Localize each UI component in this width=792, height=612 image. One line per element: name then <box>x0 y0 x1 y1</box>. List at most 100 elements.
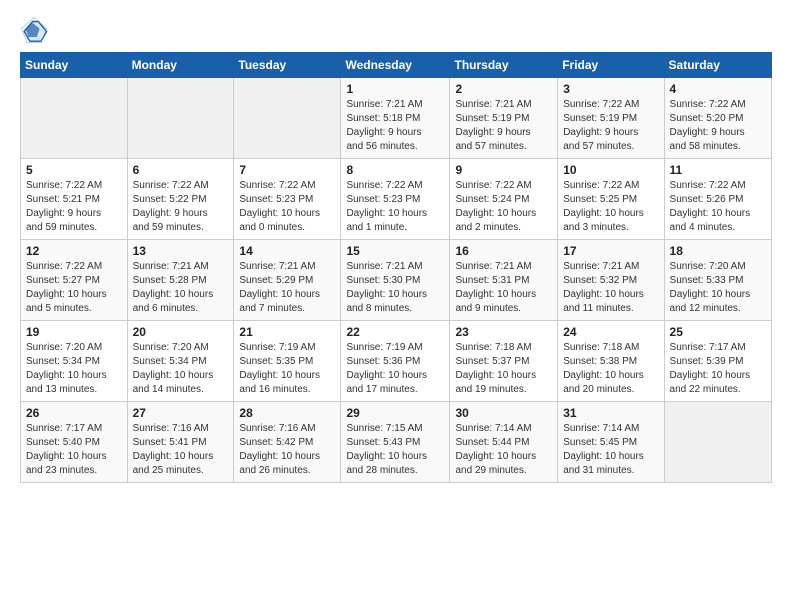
week-row-3: 12 Sunrise: 7:22 AM Sunset: 5:27 PM Dayli… <box>21 240 772 321</box>
day-info: Sunrise: 7:22 AM Sunset: 5:19 PM Dayligh… <box>563 98 658 154</box>
day-number: 17 <box>563 244 658 258</box>
day-cell: 29 Sunrise: 7:15 AM Sunset: 5:43 PM Dayli… <box>341 402 450 483</box>
day-info: Sunrise: 7:16 AM Sunset: 5:42 PM Dayligh… <box>239 422 335 478</box>
day-number: 25 <box>670 325 766 339</box>
week-row-2: 5Sunrise: 7:22 AM Sunset: 5:21 PM Daylig… <box>21 159 772 240</box>
day-info: Sunrise: 7:22 AM Sunset: 5:23 PM Dayligh… <box>239 179 335 235</box>
day-info: Sunrise: 7:22 AM Sunset: 5:27 PM Dayligh… <box>26 260 122 316</box>
day-number: 3 <box>563 82 658 96</box>
day-number: 11 <box>670 163 766 177</box>
day-cell: 28Sunrise: 7:16 AM Sunset: 5:42 PM Dayli… <box>234 402 341 483</box>
day-number: 19 <box>26 325 122 339</box>
day-cell <box>127 78 234 159</box>
day-cell: 26 Sunrise: 7:17 AM Sunset: 5:40 PM Dayli… <box>21 402 128 483</box>
day-number: 16 <box>455 244 552 258</box>
day-number: 18 <box>670 244 766 258</box>
day-info: Sunrise: 7:15 AM Sunset: 5:43 PM Dayligh… <box>346 422 444 478</box>
day-info: Sunrise: 7:21 AM Sunset: 5:28 PM Dayligh… <box>133 260 229 316</box>
day-cell <box>21 78 128 159</box>
day-info: Sunrise: 7:21 AM Sunset: 5:29 PM Dayligh… <box>239 260 335 316</box>
day-cell: 8 Sunrise: 7:22 AM Sunset: 5:23 PM Daylig… <box>341 159 450 240</box>
weekday-sunday: Sunday <box>21 53 128 78</box>
day-number: 26 <box>26 406 122 420</box>
day-cell: 18 Sunrise: 7:20 AM Sunset: 5:33 PM Dayli… <box>664 240 771 321</box>
calendar-header: SundayMondayTuesdayWednesdayThursdayFrid… <box>21 53 772 78</box>
day-info: Sunrise: 7:22 AM Sunset: 5:23 PM Dayligh… <box>346 179 444 235</box>
week-row-1: 1Sunrise: 7:21 AM Sunset: 5:18 PM Daylig… <box>21 78 772 159</box>
day-info: Sunrise: 7:22 AM Sunset: 5:26 PM Dayligh… <box>670 179 766 235</box>
day-info: Sunrise: 7:18 AM Sunset: 5:38 PM Dayligh… <box>563 341 658 397</box>
weekday-saturday: Saturday <box>664 53 771 78</box>
day-cell: 6Sunrise: 7:22 AM Sunset: 5:22 PM Daylig… <box>127 159 234 240</box>
day-number: 21 <box>239 325 335 339</box>
day-info: Sunrise: 7:14 AM Sunset: 5:45 PM Dayligh… <box>563 422 658 478</box>
day-cell: 15 Sunrise: 7:21 AM Sunset: 5:30 PM Dayli… <box>341 240 450 321</box>
day-number: 4 <box>670 82 766 96</box>
day-cell: 2 Sunrise: 7:21 AM Sunset: 5:19 PM Daylig… <box>450 78 558 159</box>
day-info: Sunrise: 7:19 AM Sunset: 5:36 PM Dayligh… <box>346 341 444 397</box>
day-cell: 20Sunrise: 7:20 AM Sunset: 5:34 PM Dayli… <box>127 321 234 402</box>
day-info: Sunrise: 7:18 AM Sunset: 5:37 PM Dayligh… <box>455 341 552 397</box>
day-number: 31 <box>563 406 658 420</box>
calendar-body: 1Sunrise: 7:21 AM Sunset: 5:18 PM Daylig… <box>21 78 772 483</box>
weekday-tuesday: Tuesday <box>234 53 341 78</box>
day-number: 23 <box>455 325 552 339</box>
day-cell: 12 Sunrise: 7:22 AM Sunset: 5:27 PM Dayli… <box>21 240 128 321</box>
day-number: 14 <box>239 244 335 258</box>
day-info: Sunrise: 7:22 AM Sunset: 5:24 PM Dayligh… <box>455 179 552 235</box>
day-cell: 30 Sunrise: 7:14 AM Sunset: 5:44 PM Dayli… <box>450 402 558 483</box>
day-number: 30 <box>455 406 552 420</box>
day-info: Sunrise: 7:16 AM Sunset: 5:41 PM Dayligh… <box>133 422 229 478</box>
day-number: 10 <box>563 163 658 177</box>
day-info: Sunrise: 7:21 AM Sunset: 5:18 PM Dayligh… <box>346 98 444 154</box>
day-cell: 10 Sunrise: 7:22 AM Sunset: 5:25 PM Dayli… <box>558 159 664 240</box>
day-cell: 11 Sunrise: 7:22 AM Sunset: 5:26 PM Dayli… <box>664 159 771 240</box>
day-info: Sunrise: 7:17 AM Sunset: 5:40 PM Dayligh… <box>26 422 122 478</box>
day-cell: 23 Sunrise: 7:18 AM Sunset: 5:37 PM Dayli… <box>450 321 558 402</box>
day-cell: 31 Sunrise: 7:14 AM Sunset: 5:45 PM Dayli… <box>558 402 664 483</box>
day-info: Sunrise: 7:22 AM Sunset: 5:22 PM Dayligh… <box>133 179 229 235</box>
day-number: 15 <box>346 244 444 258</box>
weekday-header-row: SundayMondayTuesdayWednesdayThursdayFrid… <box>21 53 772 78</box>
day-info: Sunrise: 7:19 AM Sunset: 5:35 PM Dayligh… <box>239 341 335 397</box>
calendar-table: SundayMondayTuesdayWednesdayThursdayFrid… <box>20 52 772 483</box>
logo <box>20 16 52 44</box>
day-cell: 13 Sunrise: 7:21 AM Sunset: 5:28 PM Dayli… <box>127 240 234 321</box>
day-number: 12 <box>26 244 122 258</box>
day-cell: 24 Sunrise: 7:18 AM Sunset: 5:38 PM Dayli… <box>558 321 664 402</box>
day-info: Sunrise: 7:20 AM Sunset: 5:34 PM Dayligh… <box>133 341 229 397</box>
day-number: 24 <box>563 325 658 339</box>
day-info: Sunrise: 7:21 AM Sunset: 5:19 PM Dayligh… <box>455 98 552 154</box>
day-number: 8 <box>346 163 444 177</box>
day-number: 9 <box>455 163 552 177</box>
day-cell <box>664 402 771 483</box>
day-cell: 7 Sunrise: 7:22 AM Sunset: 5:23 PM Daylig… <box>234 159 341 240</box>
day-info: Sunrise: 7:22 AM Sunset: 5:21 PM Dayligh… <box>26 179 122 235</box>
day-info: Sunrise: 7:21 AM Sunset: 5:30 PM Dayligh… <box>346 260 444 316</box>
weekday-monday: Monday <box>127 53 234 78</box>
day-number: 22 <box>346 325 444 339</box>
day-cell: 17 Sunrise: 7:21 AM Sunset: 5:32 PM Dayli… <box>558 240 664 321</box>
day-cell: 9 Sunrise: 7:22 AM Sunset: 5:24 PM Daylig… <box>450 159 558 240</box>
header <box>20 16 772 44</box>
day-info: Sunrise: 7:20 AM Sunset: 5:33 PM Dayligh… <box>670 260 766 316</box>
day-cell: 5Sunrise: 7:22 AM Sunset: 5:21 PM Daylig… <box>21 159 128 240</box>
day-info: Sunrise: 7:22 AM Sunset: 5:20 PM Dayligh… <box>670 98 766 154</box>
weekday-thursday: Thursday <box>450 53 558 78</box>
day-cell: 3 Sunrise: 7:22 AM Sunset: 5:19 PM Daylig… <box>558 78 664 159</box>
logo-icon <box>20 16 48 44</box>
weekday-wednesday: Wednesday <box>341 53 450 78</box>
day-info: Sunrise: 7:21 AM Sunset: 5:32 PM Dayligh… <box>563 260 658 316</box>
day-cell: 21 Sunrise: 7:19 AM Sunset: 5:35 PM Dayli… <box>234 321 341 402</box>
page: SundayMondayTuesdayWednesdayThursdayFrid… <box>0 0 792 612</box>
day-info: Sunrise: 7:22 AM Sunset: 5:25 PM Dayligh… <box>563 179 658 235</box>
day-cell: 19Sunrise: 7:20 AM Sunset: 5:34 PM Dayli… <box>21 321 128 402</box>
week-row-4: 19 Sunrise: 7:20 AM Sunset: 5:34 PM Dayli… <box>21 321 772 402</box>
day-info: Sunrise: 7:14 AM Sunset: 5:44 PM Dayligh… <box>455 422 552 478</box>
day-number: 7 <box>239 163 335 177</box>
day-number: 29 <box>346 406 444 420</box>
day-cell: 14 Sunrise: 7:21 AM Sunset: 5:29 PM Dayli… <box>234 240 341 321</box>
day-number: 13 <box>133 244 229 258</box>
weekday-friday: Friday <box>558 53 664 78</box>
day-number: 2 <box>455 82 552 96</box>
